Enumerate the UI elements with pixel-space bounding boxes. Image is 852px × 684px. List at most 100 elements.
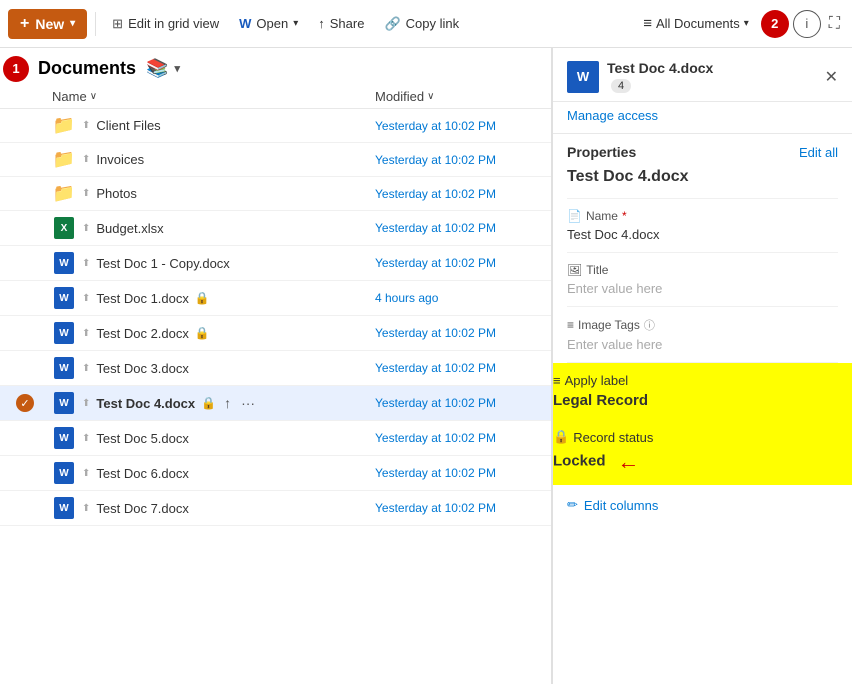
open-button[interactable]: W Open ▾ <box>231 11 306 36</box>
info-button[interactable]: i <box>793 10 821 38</box>
panel-props-bottom: ✏ Edit columns <box>553 485 852 525</box>
more-actions-button[interactable]: ··· <box>239 393 257 413</box>
file-list: 1 Documents 📚 ▾ Name ∨ Modified ∨ 📁 ⬆ Cl… <box>0 48 552 684</box>
lock-icon: 🔒 <box>201 396 216 410</box>
label-icon: ≡ <box>553 373 561 388</box>
file-name: Invoices <box>96 152 144 167</box>
table-row[interactable]: X ⬆ Budget.xlsx Yesterday at 10:02 PM <box>0 211 551 246</box>
table-row[interactable]: W ⬆ Test Doc 2.docx 🔒 Yesterday at 10:02… <box>0 316 551 351</box>
toolbar-separator <box>95 12 96 36</box>
file-name: Test Doc 4.docx <box>96 396 195 411</box>
pin-icon: ⬆ <box>82 188 90 199</box>
document-name-display: Test Doc 4.docx <box>567 168 838 199</box>
pin-icon: ⬆ <box>82 293 90 304</box>
file-name: Photos <box>96 186 136 201</box>
share-button[interactable]: ↑ Share <box>310 11 372 36</box>
copy-link-button[interactable]: 🔗 Copy link <box>376 11 467 37</box>
docs-chevron-icon: ▾ <box>174 62 180 75</box>
file-modified: Yesterday at 10:02 PM <box>375 256 535 270</box>
grid-icon: ⊞ <box>112 16 123 32</box>
excel-file-icon: X <box>52 217 76 239</box>
pin-icon: ⬆ <box>82 154 90 165</box>
file-modified: Yesterday at 10:02 PM <box>375 501 535 515</box>
edit-columns-link[interactable]: ✏ Edit columns <box>567 485 838 525</box>
row-checkbox-checked[interactable]: ✓ <box>16 394 52 412</box>
badge-2[interactable]: 2 <box>761 10 789 38</box>
modified-sort-icon: ∨ <box>427 91 434 102</box>
manage-access-link[interactable]: Manage access <box>553 102 852 134</box>
check-icon: ✓ <box>16 394 34 412</box>
expand-button[interactable]: ⛶ <box>825 11 844 37</box>
row-name-area: ⬆ Test Doc 2.docx 🔒 <box>82 326 375 341</box>
table-row[interactable]: 📁 ⬆ Photos Yesterday at 10:02 PM <box>0 177 551 211</box>
pin-icon: ⬆ <box>82 328 90 339</box>
all-documents-button[interactable]: ≡ All Documents ▾ <box>635 10 757 37</box>
row-name-area: ⬆ Test Doc 1.docx 🔒 <box>82 291 375 306</box>
new-button[interactable]: + New ▾ <box>8 9 87 39</box>
file-name: Test Doc 5.docx <box>96 431 189 446</box>
properties-panel: Properties Edit all Test Doc 4.docx 📄 Na… <box>553 134 852 363</box>
title-property: 🖼 Title Enter value here <box>567 253 838 307</box>
word-file-icon: W <box>52 287 76 309</box>
word-file-icon: W <box>52 462 76 484</box>
folder-icon: 📁 <box>52 183 76 204</box>
version-badge: 4 <box>611 79 631 93</box>
name-column-header[interactable]: Name ∨ <box>52 89 375 104</box>
row-name-area: ⬆ Test Doc 6.docx <box>82 466 375 481</box>
table-row[interactable]: W ⬆ Test Doc 1.docx 🔒 4 hours ago <box>0 281 551 316</box>
table-row[interactable]: W ⬆ Test Doc 3.docx Yesterday at 10:02 P… <box>0 351 551 386</box>
title-placeholder[interactable]: Enter value here <box>567 281 838 296</box>
apply-label-section: 3 ≡ Apply label Legal Record <box>552 363 852 419</box>
row-name-area: ⬆ Test Doc 1 - Copy.docx <box>82 256 375 271</box>
image-tags-placeholder[interactable]: Enter value here <box>567 337 838 352</box>
share-icon: ↑ <box>318 16 325 31</box>
pin-icon: ⬆ <box>82 363 90 374</box>
panel-close-button[interactable]: ✕ <box>825 67 838 87</box>
properties-header: Properties Edit all <box>567 134 838 168</box>
title-icon: 🖼 <box>567 263 582 277</box>
panel-header: W Test Doc 4.docx 4 ✕ <box>553 48 852 102</box>
share-label: Share <box>330 16 365 31</box>
file-name: Test Doc 1 - Copy.docx <box>96 256 229 271</box>
properties-title: Properties <box>567 144 636 160</box>
record-status-label: 🔒 Record status <box>553 429 852 445</box>
edit-all-button[interactable]: Edit all <box>799 145 838 160</box>
word-file-icon: W <box>52 357 76 379</box>
plus-icon: + <box>20 15 29 33</box>
table-row-selected[interactable]: ✓ W ⬆ Test Doc 4.docx 🔒 ↑ ··· Yesterday … <box>0 386 551 421</box>
folder-icon: 📁 <box>52 149 76 170</box>
all-docs-chevron-icon: ▾ <box>744 18 749 29</box>
column-headers: Name ∨ Modified ∨ <box>0 85 551 109</box>
edit-grid-button[interactable]: ⊞ Edit in grid view <box>104 11 227 37</box>
open-label: Open <box>256 16 288 31</box>
word-file-icon: W <box>52 252 76 274</box>
file-modified: 4 hours ago <box>375 291 535 305</box>
table-row[interactable]: W ⬆ Test Doc 1 - Copy.docx Yesterday at … <box>0 246 551 281</box>
chevron-down-icon: ▾ <box>70 18 75 29</box>
pin-icon: ⬆ <box>82 258 90 269</box>
table-row[interactable]: 📁 ⬆ Client Files Yesterday at 10:02 PM <box>0 109 551 143</box>
main-area: 1 Documents 📚 ▾ Name ∨ Modified ∨ 📁 ⬆ Cl… <box>0 48 852 684</box>
row-name-area: ⬆ Budget.xlsx <box>82 221 375 236</box>
title-label: 🖼 Title <box>567 263 838 277</box>
documents-title: Documents <box>38 58 136 79</box>
all-docs-label: All Documents <box>656 16 740 31</box>
share-action-button[interactable]: ↑ <box>222 393 233 413</box>
table-row[interactable]: 📁 ⬆ Invoices Yesterday at 10:02 PM <box>0 143 551 177</box>
table-row[interactable]: W ⬆ Test Doc 7.docx Yesterday at 10:02 P… <box>0 491 551 526</box>
info-icon[interactable]: ⓘ <box>644 317 655 333</box>
modified-column-header[interactable]: Modified ∨ <box>375 89 535 104</box>
table-row[interactable]: W ⬆ Test Doc 6.docx Yesterday at 10:02 P… <box>0 456 551 491</box>
row-name-area: ⬆ Test Doc 7.docx <box>82 501 375 516</box>
pin-icon: ⬆ <box>82 503 90 514</box>
doc-icon: 📄 <box>567 209 582 223</box>
file-name: Test Doc 2.docx <box>96 326 189 341</box>
file-modified: Yesterday at 10:02 PM <box>375 396 535 410</box>
file-name: Client Files <box>96 118 160 133</box>
word-file-icon: W <box>52 497 76 519</box>
file-modified: Yesterday at 10:02 PM <box>375 466 535 480</box>
panel-doc-title: Test Doc 4.docx 4 <box>607 60 713 93</box>
toolbar: + New ▾ ⊞ Edit in grid view W Open ▾ ↑ S… <box>0 0 852 48</box>
table-row[interactable]: W ⬆ Test Doc 5.docx Yesterday at 10:02 P… <box>0 421 551 456</box>
file-modified: Yesterday at 10:02 PM <box>375 187 535 201</box>
